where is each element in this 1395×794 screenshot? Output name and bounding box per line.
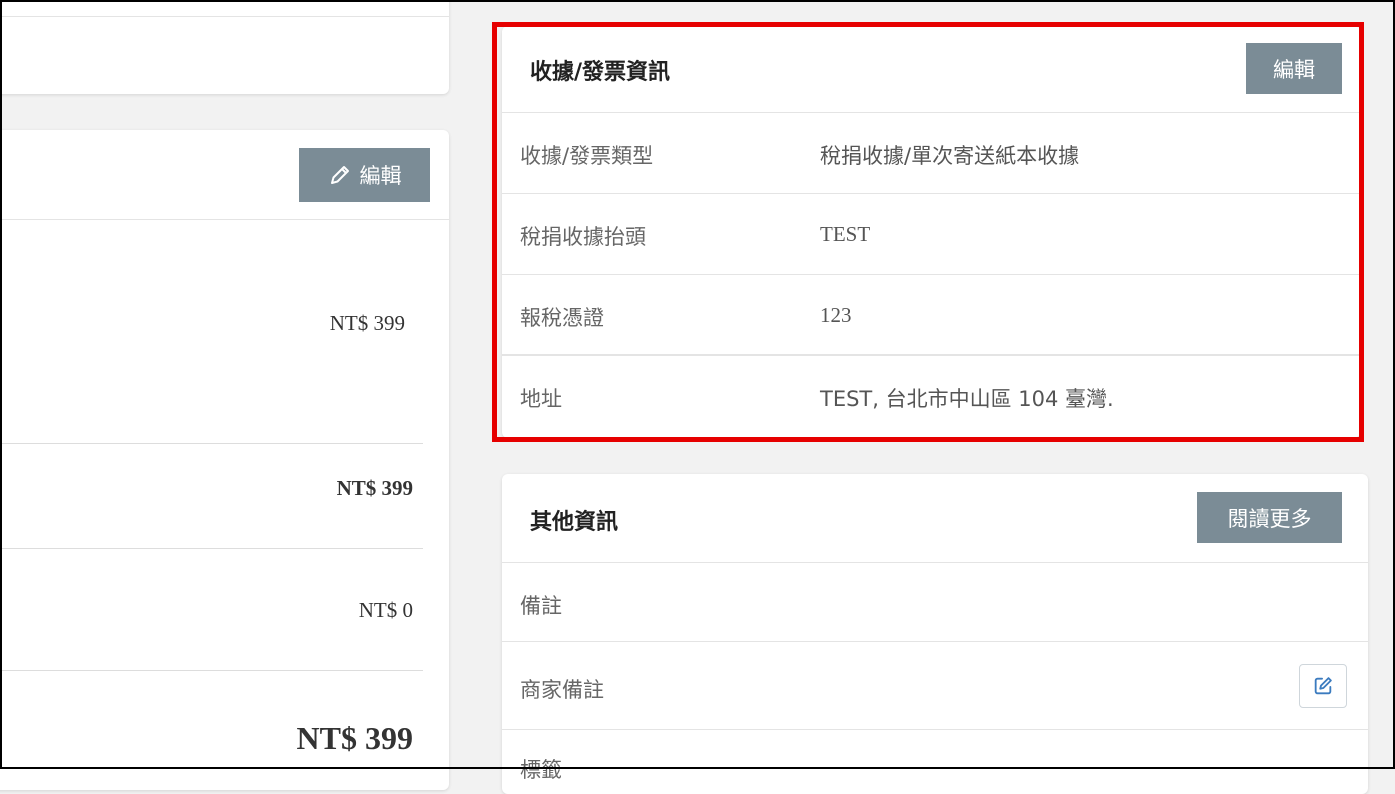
- highlight-box: [492, 22, 1364, 442]
- tags-label: 標籤: [520, 758, 562, 782]
- edit-square-icon: [1312, 675, 1334, 697]
- notes-label: 備註: [520, 594, 562, 618]
- read-more-button[interactable]: 閱讀更多: [1197, 492, 1342, 543]
- subtotal-value: NT$ 399: [336, 476, 413, 500]
- other-info-title: 其他資訊: [530, 510, 619, 535]
- edit-button-label: 編輯: [359, 164, 402, 188]
- other-info-card: 其他資訊 閱讀更多 備註 商家備註 標籤: [502, 474, 1368, 794]
- edit-button[interactable]: 編輯: [299, 148, 430, 202]
- merchant-notes-edit-button[interactable]: [1299, 664, 1347, 708]
- pencil-icon: [328, 163, 352, 187]
- line-item-price: NT$ 399: [329, 311, 405, 335]
- read-more-button-label: 閱讀更多: [1227, 506, 1312, 531]
- order-items-card: 編輯 NT$ 399 NT$ 399 NT$ 0 NT$ 399: [0, 130, 449, 790]
- shipping-value: NT$ 0: [358, 598, 413, 622]
- total-value: NT$ 399: [296, 720, 413, 756]
- top-left-card: [0, 0, 449, 94]
- merchant-notes-label: 商家備註: [520, 678, 604, 702]
